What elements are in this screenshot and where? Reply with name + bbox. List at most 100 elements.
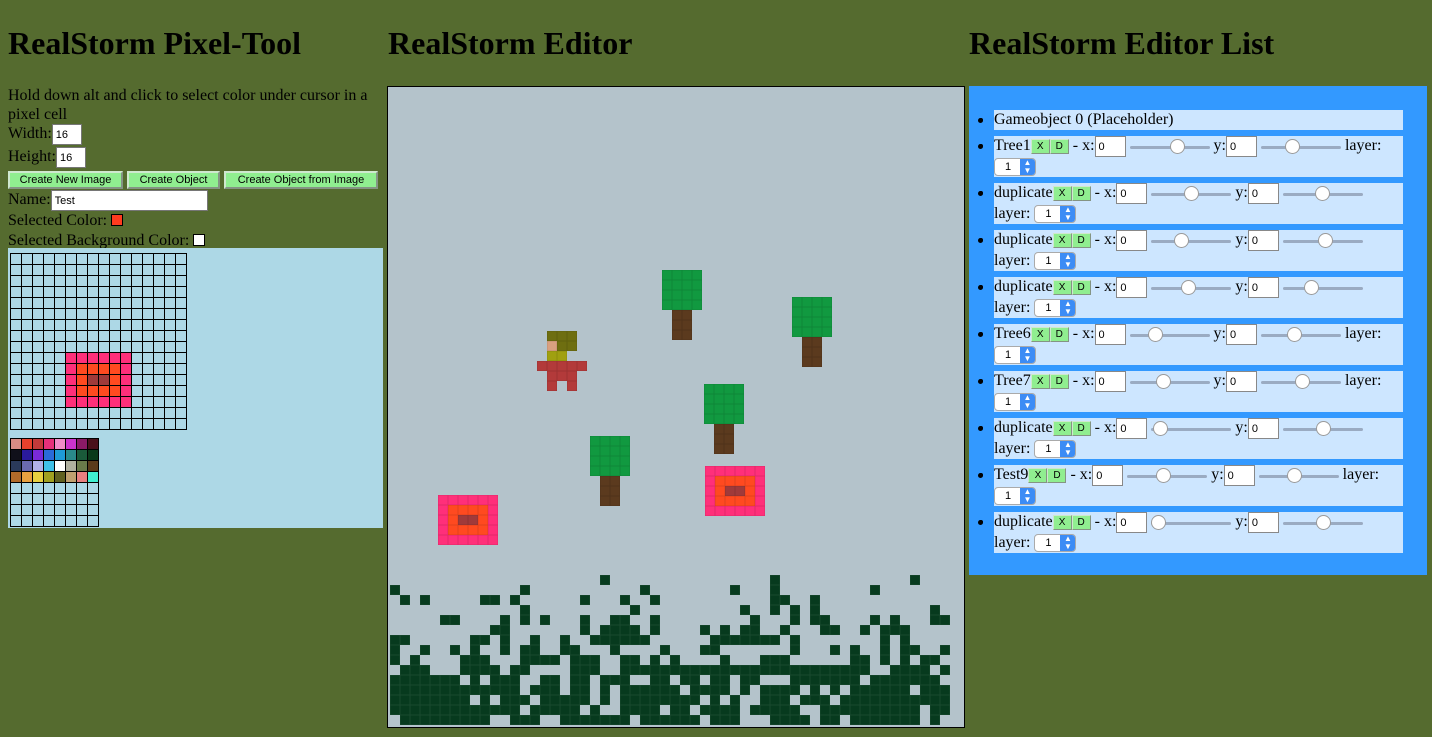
pixel-cell[interactable]: [110, 287, 121, 298]
pixel-cell[interactable]: [132, 298, 143, 309]
pixel-cell[interactable]: [154, 353, 165, 364]
palette-color[interactable]: [11, 461, 22, 472]
pixel-cell[interactable]: [154, 397, 165, 408]
pixel-cell[interactable]: [77, 353, 88, 364]
pixel-cell[interactable]: [99, 298, 110, 309]
pixel-cell[interactable]: [22, 397, 33, 408]
pixel-cell[interactable]: [88, 309, 99, 320]
pixel-cell[interactable]: [99, 419, 110, 430]
pixel-cell[interactable]: [88, 254, 99, 265]
pixel-cell[interactable]: [176, 353, 187, 364]
pixel-cell[interactable]: [88, 276, 99, 287]
pixel-cell[interactable]: [154, 364, 165, 375]
pixel-cell[interactable]: [22, 375, 33, 386]
y-input[interactable]: [1225, 371, 1257, 392]
layer-select[interactable]: 1 ▲ ▼: [994, 487, 1036, 506]
pixel-cell[interactable]: [110, 375, 121, 386]
pixel-cell[interactable]: [55, 254, 66, 265]
pixel-cell[interactable]: [176, 397, 187, 408]
x-slider[interactable]: [1129, 138, 1210, 155]
pixel-cell[interactable]: [132, 265, 143, 276]
palette-color[interactable]: [11, 483, 22, 494]
height-input[interactable]: [56, 147, 86, 168]
pixel-cell[interactable]: [77, 419, 88, 430]
pixel-cell[interactable]: [110, 265, 121, 276]
x-input[interactable]: [1116, 183, 1148, 204]
pixel-cell[interactable]: [110, 276, 121, 287]
pixel-cell[interactable]: [154, 309, 165, 320]
pixel-cell[interactable]: [143, 386, 154, 397]
pixel-cell[interactable]: [165, 342, 176, 353]
palette-color[interactable]: [77, 483, 88, 494]
pixel-cell[interactable]: [99, 353, 110, 364]
pixel-cell[interactable]: [33, 298, 44, 309]
palette-color[interactable]: [55, 472, 66, 483]
pixel-cell[interactable]: [77, 408, 88, 419]
pixel-cell[interactable]: [110, 298, 121, 309]
pixel-cell[interactable]: [11, 342, 22, 353]
palette-color[interactable]: [22, 505, 33, 516]
pixel-cell[interactable]: [33, 276, 44, 287]
palette-color[interactable]: [11, 439, 22, 450]
pixel-cell[interactable]: [154, 254, 165, 265]
pixel-cell[interactable]: [11, 353, 22, 364]
palette-color[interactable]: [33, 472, 44, 483]
pixel-cell[interactable]: [110, 331, 121, 342]
pixel-cell[interactable]: [132, 309, 143, 320]
pixel-cell[interactable]: [44, 276, 55, 287]
pixel-cell[interactable]: [99, 397, 110, 408]
pixel-cell[interactable]: [77, 331, 88, 342]
pixel-cell[interactable]: [110, 419, 121, 430]
pixel-cell[interactable]: [66, 353, 77, 364]
pixel-cell[interactable]: [44, 265, 55, 276]
pixel-cell[interactable]: [110, 342, 121, 353]
palette-color[interactable]: [11, 494, 22, 505]
pixel-cell[interactable]: [55, 386, 66, 397]
pixel-cell[interactable]: [66, 419, 77, 430]
layer-select[interactable]: 1 ▲ ▼: [994, 393, 1036, 412]
pixel-cell[interactable]: [88, 375, 99, 386]
x-slider[interactable]: [1129, 326, 1210, 343]
palette-color[interactable]: [55, 461, 66, 472]
pixel-cell[interactable]: [22, 364, 33, 375]
duplicate-button[interactable]: D: [1071, 233, 1091, 248]
pixel-cell[interactable]: [99, 254, 110, 265]
pixel-cell[interactable]: [176, 276, 187, 287]
pixel-cell[interactable]: [11, 320, 22, 331]
palette-color[interactable]: [33, 494, 44, 505]
x-input[interactable]: [1094, 324, 1126, 345]
pixel-cell[interactable]: [77, 298, 88, 309]
pixel-cell[interactable]: [99, 331, 110, 342]
x-input[interactable]: [1116, 230, 1148, 251]
palette-color[interactable]: [66, 472, 77, 483]
palette-color[interactable]: [33, 483, 44, 494]
pixel-cell[interactable]: [44, 309, 55, 320]
pixel-cell[interactable]: [132, 408, 143, 419]
pixel-cell[interactable]: [22, 408, 33, 419]
pixel-cell[interactable]: [143, 287, 154, 298]
pixel-cell[interactable]: [121, 353, 132, 364]
pixel-cell[interactable]: [110, 309, 121, 320]
pixel-cell[interactable]: [55, 320, 66, 331]
x-input[interactable]: [1092, 465, 1124, 486]
delete-button[interactable]: X: [1052, 233, 1072, 248]
pixel-cell[interactable]: [176, 408, 187, 419]
pixel-cell[interactable]: [66, 276, 77, 287]
pixel-cell[interactable]: [132, 386, 143, 397]
palette-color[interactable]: [44, 505, 55, 516]
pixel-cell[interactable]: [33, 254, 44, 265]
pixel-cell[interactable]: [132, 287, 143, 298]
pixel-cell[interactable]: [88, 419, 99, 430]
x-slider[interactable]: [1151, 420, 1232, 437]
pixel-cell[interactable]: [33, 287, 44, 298]
delete-button[interactable]: X: [1030, 327, 1050, 342]
pixel-cell[interactable]: [66, 320, 77, 331]
pixel-cell[interactable]: [33, 364, 44, 375]
pixel-cell[interactable]: [121, 298, 132, 309]
pixel-cell[interactable]: [55, 408, 66, 419]
y-slider[interactable]: [1258, 467, 1339, 484]
pixel-cell[interactable]: [66, 386, 77, 397]
palette-color[interactable]: [33, 461, 44, 472]
pixel-cell[interactable]: [77, 320, 88, 331]
y-slider[interactable]: [1282, 279, 1363, 296]
